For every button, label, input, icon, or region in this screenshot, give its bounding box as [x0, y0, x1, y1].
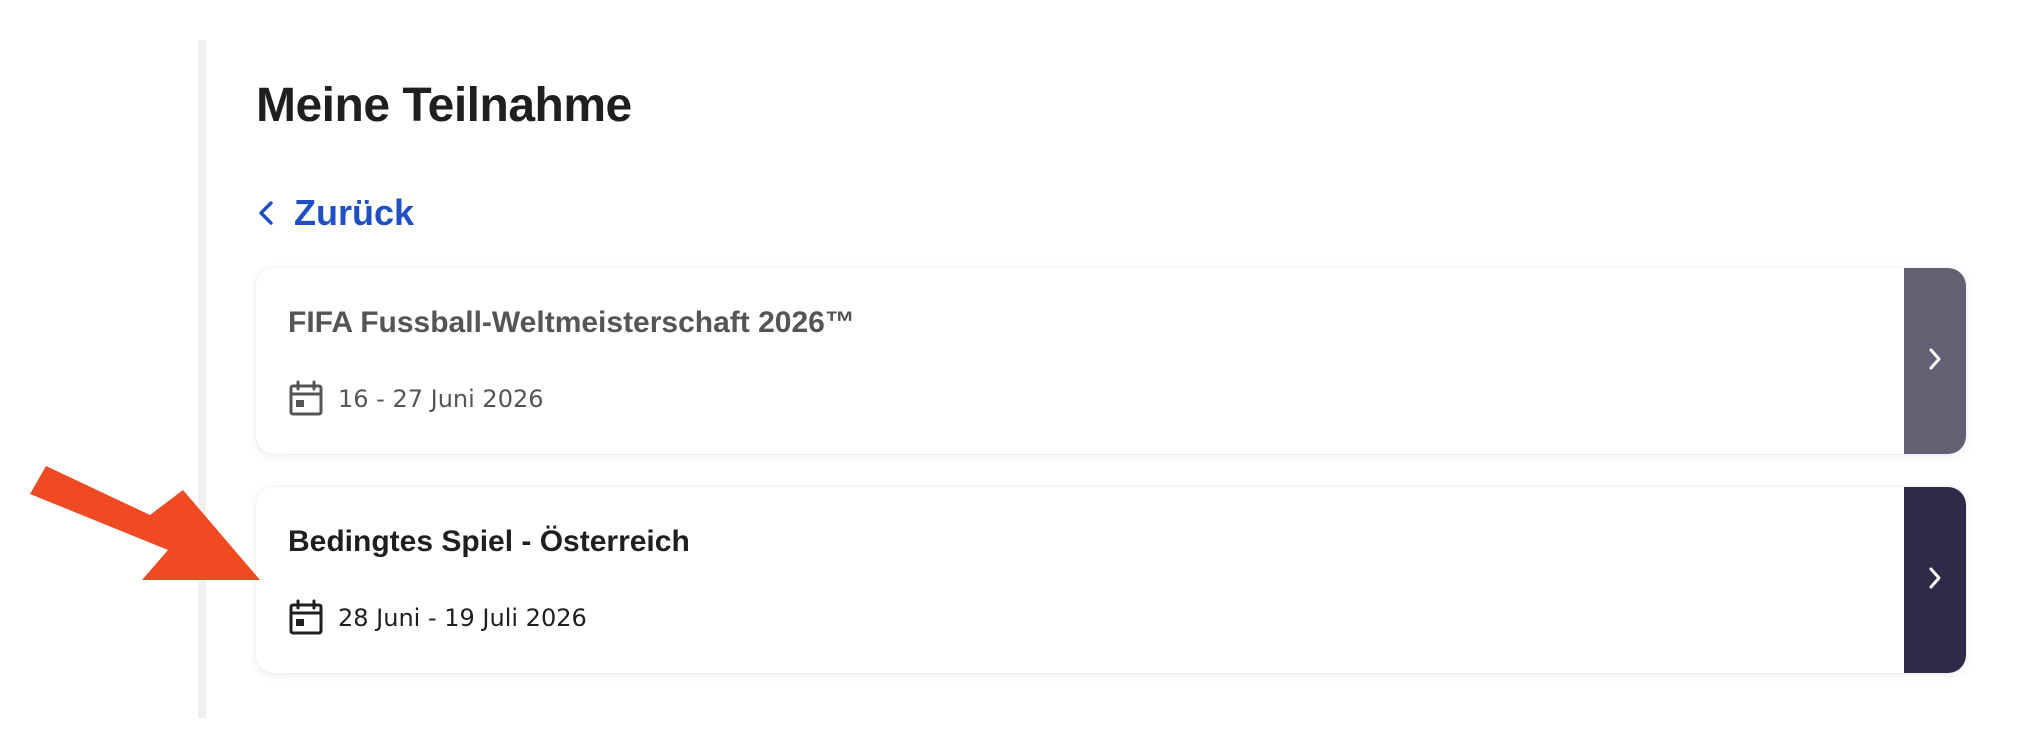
back-link[interactable]: Zurück: [256, 192, 414, 234]
back-link-label: Zurück: [294, 192, 415, 233]
event-open-button[interactable]: [1904, 487, 1966, 673]
event-open-button[interactable]: [1904, 268, 1966, 454]
event-title: Bedingtes Spiel - Österreich: [288, 525, 690, 558]
event-title: FIFA Fussball-Weltmeisterschaft 2026™: [288, 306, 855, 339]
page: Meine Teilnahme Zurück FIFA Fussball-Wel…: [0, 0, 2018, 750]
event-date: 16 - 27 Juni 2026: [288, 380, 544, 418]
event-card-body: FIFA Fussball-Weltmeisterschaft 2026™ 16…: [288, 268, 1886, 454]
chevron-right-icon: [1926, 565, 1944, 596]
left-divider: [198, 40, 206, 718]
event-card-body: Bedingtes Spiel - Österreich 28 Juni - 1…: [288, 487, 1886, 673]
event-date-text: 16 - 27 Juni 2026: [338, 385, 544, 413]
calendar-icon: [288, 380, 324, 418]
calendar-icon: [288, 599, 324, 637]
event-date: 28 Juni - 19 Juli 2026: [288, 599, 587, 637]
event-card[interactable]: FIFA Fussball-Weltmeisterschaft 2026™ 16…: [256, 268, 1966, 454]
chevron-right-icon: [1926, 346, 1944, 377]
page-title: Meine Teilnahme: [256, 79, 632, 132]
event-card[interactable]: Bedingtes Spiel - Österreich 28 Juni - 1…: [256, 487, 1966, 673]
annotation-arrow-icon: [30, 460, 270, 595]
chevron-left-icon: [256, 199, 276, 227]
event-date-text: 28 Juni - 19 Juli 2026: [338, 604, 587, 632]
